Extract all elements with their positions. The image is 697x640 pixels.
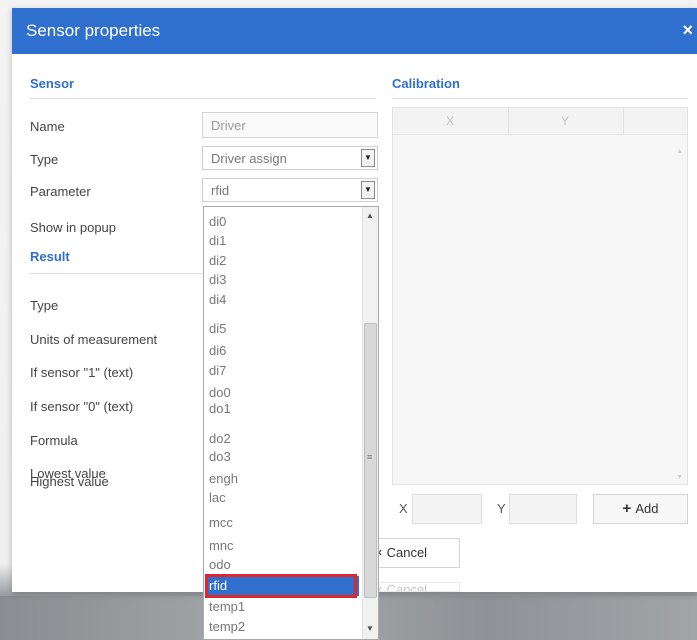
- sensor-section-heading: Sensor: [30, 76, 75, 91]
- type-select[interactable]: Driver assign ▼: [202, 146, 378, 170]
- units-label: Units of measurement: [30, 332, 158, 347]
- calibration-x-label: X: [399, 501, 408, 516]
- parameter-select[interactable]: rfid ▼: [202, 178, 378, 202]
- dropdown-option[interactable]: do3: [205, 448, 359, 465]
- dropdown-option[interactable]: di4: [205, 291, 359, 308]
- column-separator: [623, 108, 624, 135]
- calibration-y-label: Y: [497, 501, 506, 516]
- dropdown-option[interactable]: temp2: [205, 618, 359, 635]
- scroll-up-icon[interactable]: ▲: [366, 211, 374, 220]
- result-section-heading: Result: [30, 249, 70, 264]
- calibration-table: X Y ▲ ▼: [392, 107, 688, 485]
- add-button-label: Add: [635, 501, 659, 516]
- sensor-divider: [30, 98, 376, 99]
- if-sensor-0-label: If sensor "0" (text): [30, 399, 134, 414]
- dropdown-option[interactable]: di7: [205, 362, 359, 379]
- column-separator: [508, 108, 509, 135]
- dropdown-option[interactable]: di5: [205, 320, 359, 337]
- dropdown-option[interactable]: di3: [205, 271, 359, 288]
- type-select-value: Driver assign: [211, 151, 287, 166]
- dropdown-option[interactable]: odo: [205, 556, 359, 573]
- calibration-col-x: X: [446, 114, 455, 128]
- dropdown-option[interactable]: lac: [205, 489, 359, 506]
- dialog-header: Sensor properties ×: [12, 8, 697, 54]
- dropdown-option[interactable]: do0: [205, 384, 359, 401]
- parameter-dropdown-list[interactable]: di0 di1 di2 di3 di4 di5 di6 di7 do0 do1 …: [203, 206, 379, 640]
- dropdown-option[interactable]: mcc: [205, 514, 359, 531]
- calibration-x-input[interactable]: [412, 494, 482, 524]
- calibration-divider: [392, 98, 688, 99]
- dropdown-scrollbar[interactable]: ▲ ≡ ▼: [362, 207, 378, 639]
- parameter-label: Parameter: [30, 184, 91, 199]
- dropdown-option-selected[interactable]: rfid: [205, 576, 359, 596]
- type-label: Type: [30, 152, 59, 167]
- result-type-label: Type: [30, 298, 59, 313]
- dropdown-option[interactable]: di2: [205, 252, 359, 269]
- chevron-down-icon: ▼: [361, 181, 375, 199]
- show-in-popup-label: Show in popup: [30, 220, 117, 235]
- dropdown-option[interactable]: do1: [205, 400, 359, 417]
- plus-icon: +: [622, 500, 632, 517]
- dropdown-option[interactable]: mnc: [205, 537, 359, 554]
- scroll-up-icon[interactable]: ▲: [676, 148, 683, 155]
- dropdown-option[interactable]: do2: [205, 430, 359, 447]
- calibration-y-input[interactable]: [509, 494, 577, 524]
- calibration-col-y: Y: [561, 114, 570, 128]
- cancel-button-secondary[interactable]: ×Cancel: [370, 582, 460, 592]
- name-field-value: Driver: [211, 118, 246, 133]
- highest-value-label: Highest value: [30, 474, 109, 489]
- scrollbar-thumb[interactable]: ≡: [364, 323, 377, 598]
- parameter-select-value: rfid: [211, 183, 230, 198]
- name-field[interactable]: Driver: [202, 112, 378, 138]
- close-icon[interactable]: ×: [682, 20, 693, 41]
- cancel-button[interactable]: ×Cancel: [370, 538, 460, 568]
- dropdown-option[interactable]: di6: [205, 342, 359, 359]
- dialog-title: Sensor properties: [26, 21, 161, 40]
- calibration-table-header: X Y: [393, 108, 687, 135]
- add-calibration-button[interactable]: + Add: [593, 494, 688, 524]
- scroll-down-icon[interactable]: ▼: [676, 474, 683, 481]
- calibration-section-heading: Calibration: [392, 76, 460, 91]
- grip-icon: ≡: [367, 452, 373, 462]
- dropdown-option[interactable]: di1: [205, 232, 359, 249]
- cancel-secondary-label: Cancel: [386, 582, 428, 592]
- if-sensor-1-label: If sensor "1" (text): [30, 365, 134, 380]
- dropdown-option[interactable]: temp1: [205, 598, 359, 615]
- chevron-down-icon: ▼: [361, 149, 375, 167]
- formula-label: Formula: [30, 433, 78, 448]
- name-label: Name: [30, 119, 65, 134]
- dropdown-option[interactable]: engh: [205, 470, 359, 487]
- dropdown-option[interactable]: di0: [205, 213, 359, 230]
- scroll-down-icon[interactable]: ▼: [366, 624, 374, 633]
- cancel-button-label: Cancel: [386, 545, 428, 560]
